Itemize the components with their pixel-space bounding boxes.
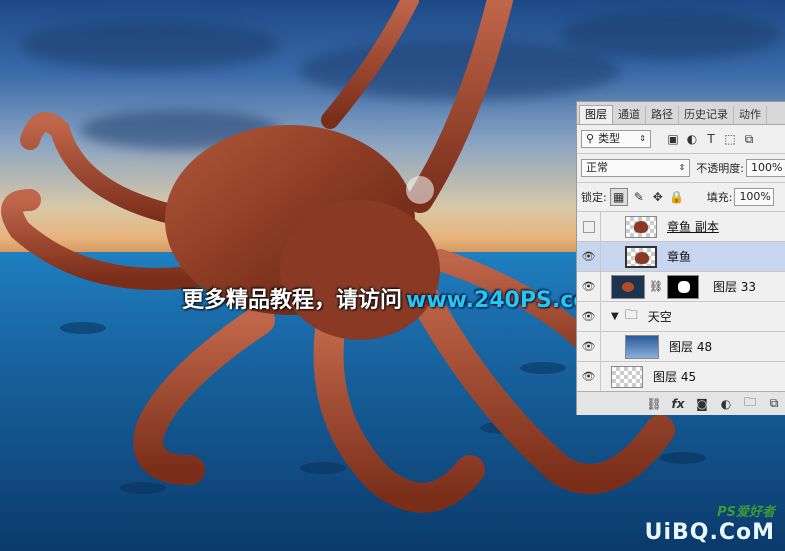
layer-row[interactable]: 章鱼 副本 — [577, 212, 785, 242]
layer-row[interactable]: 👁 图层 45 — [577, 362, 785, 392]
chevron-down-icon[interactable]: ▼ — [611, 311, 619, 322]
eye-icon[interactable]: 👁 — [577, 362, 601, 391]
watermark-text: 更多精品教程，请访问 www.240PS.com — [182, 282, 611, 314]
link-layers-icon[interactable]: ⛓ — [646, 396, 662, 412]
eye-icon[interactable]: 👁 — [577, 272, 601, 301]
fill-label: 填充: — [706, 191, 733, 204]
layer-thumbnail — [625, 245, 657, 268]
tab-layers[interactable]: 图层 — [579, 105, 613, 124]
lock-all-icon[interactable]: 🔒 — [669, 189, 685, 205]
adjustment-layer-icon[interactable]: ◐ — [718, 396, 734, 412]
blend-row: 正常 ⇕ 不透明度: 100% — [577, 154, 785, 183]
layer-thumbnail — [625, 215, 657, 238]
layer-name[interactable]: 图层 48 — [669, 338, 712, 355]
layer-name[interactable]: 图层 45 — [653, 368, 696, 385]
add-mask-icon[interactable]: ◙ — [694, 396, 710, 412]
filter-kind-select[interactable]: ⚲ 类型 ⇕ — [581, 130, 651, 148]
image-filter-icon[interactable]: ▣ — [665, 131, 681, 147]
layer-thumbnail — [611, 274, 645, 299]
logo-tagline: PS爱好者 — [717, 505, 775, 520]
group-name[interactable]: 天空 — [648, 308, 672, 325]
logo-wordmark: UiBQ.CoM — [644, 520, 775, 545]
layer-name[interactable]: 图层 33 — [713, 278, 756, 295]
lock-position-icon[interactable]: ✥ — [650, 189, 666, 205]
new-layer-icon[interactable]: ⧉ — [766, 396, 782, 412]
watermark-chinese: 更多精品教程，请访问 — [182, 288, 403, 313]
eye-icon[interactable]: 👁 — [577, 332, 601, 361]
layer-row[interactable]: 👁 ⛓ 图层 33 — [577, 272, 785, 302]
layer-thumbnail — [611, 365, 643, 388]
tab-actions[interactable]: 动作 — [734, 106, 767, 124]
lock-transparent-icon[interactable]: ▦ — [609, 188, 628, 206]
folder-icon: 🗀 — [624, 307, 638, 323]
fill-input[interactable]: 100% — [734, 188, 775, 206]
layer-name[interactable]: 章鱼 — [667, 248, 691, 265]
layers-panel: 图层 通道 路径 历史记录 动作 ⚲ 类型 ⇕ ▣ ◐ T ⬚ ⧉ 正常 ⇕ 不… — [576, 101, 785, 415]
layer-row[interactable]: 👁 图层 48 — [577, 332, 785, 362]
layer-group-row[interactable]: 👁 ▼ 🗀 天空 — [577, 302, 785, 332]
new-group-icon[interactable]: 🗀 — [742, 395, 758, 412]
panel-footer: ⛓ fx ◙ ◐ 🗀 ⧉ — [577, 391, 785, 415]
opacity-label: 不透明度: — [696, 162, 744, 175]
search-icon: ⚲ — [586, 132, 595, 145]
spinner-icon: ⇕ — [678, 163, 686, 172]
filter-kind-label: 类型 — [598, 132, 621, 145]
fx-icon[interactable]: fx — [670, 396, 686, 412]
spinner-icon: ⇕ — [639, 134, 646, 143]
type-filter-icon[interactable]: T — [703, 131, 719, 147]
shape-filter-icon[interactable]: ⬚ — [722, 131, 738, 147]
tab-paths[interactable]: 路径 — [646, 106, 679, 124]
lock-row: 锁定: ▦ ✎ ✥ 🔒 填充: 100% — [577, 183, 785, 212]
layer-name[interactable]: 章鱼 副本 — [667, 218, 719, 235]
blend-mode-select[interactable]: 正常 ⇕ — [581, 159, 691, 177]
eye-icon[interactable]: 👁 — [577, 302, 601, 331]
site-logo: PS爱好者 UiBQ.CoM — [645, 501, 775, 545]
blend-mode-value: 正常 — [586, 161, 608, 174]
lock-label: 锁定: — [581, 191, 607, 204]
filter-row: ⚲ 类型 ⇕ ▣ ◐ T ⬚ ⧉ — [577, 125, 785, 154]
panel-tabs: 图层 通道 路径 历史记录 动作 — [577, 102, 785, 125]
opacity-input[interactable]: 100% — [746, 159, 785, 177]
fill-value: 100% — [739, 190, 771, 203]
smart-object-filter-icon[interactable]: ⧉ — [741, 131, 757, 147]
tab-history[interactable]: 历史记录 — [679, 106, 734, 124]
visibility-toggle[interactable] — [577, 212, 601, 241]
adjustment-filter-icon[interactable]: ◐ — [684, 131, 700, 147]
link-icon[interactable]: ⛓ — [649, 280, 663, 293]
tab-channels[interactable]: 通道 — [613, 106, 646, 124]
lock-image-icon[interactable]: ✎ — [631, 189, 647, 205]
opacity-value: 100% — [751, 161, 783, 174]
layer-mask-thumbnail[interactable] — [666, 274, 699, 299]
layer-row[interactable]: 👁 章鱼 — [577, 242, 785, 272]
layer-thumbnail — [625, 334, 659, 359]
eye-icon[interactable]: 👁 — [577, 242, 601, 271]
